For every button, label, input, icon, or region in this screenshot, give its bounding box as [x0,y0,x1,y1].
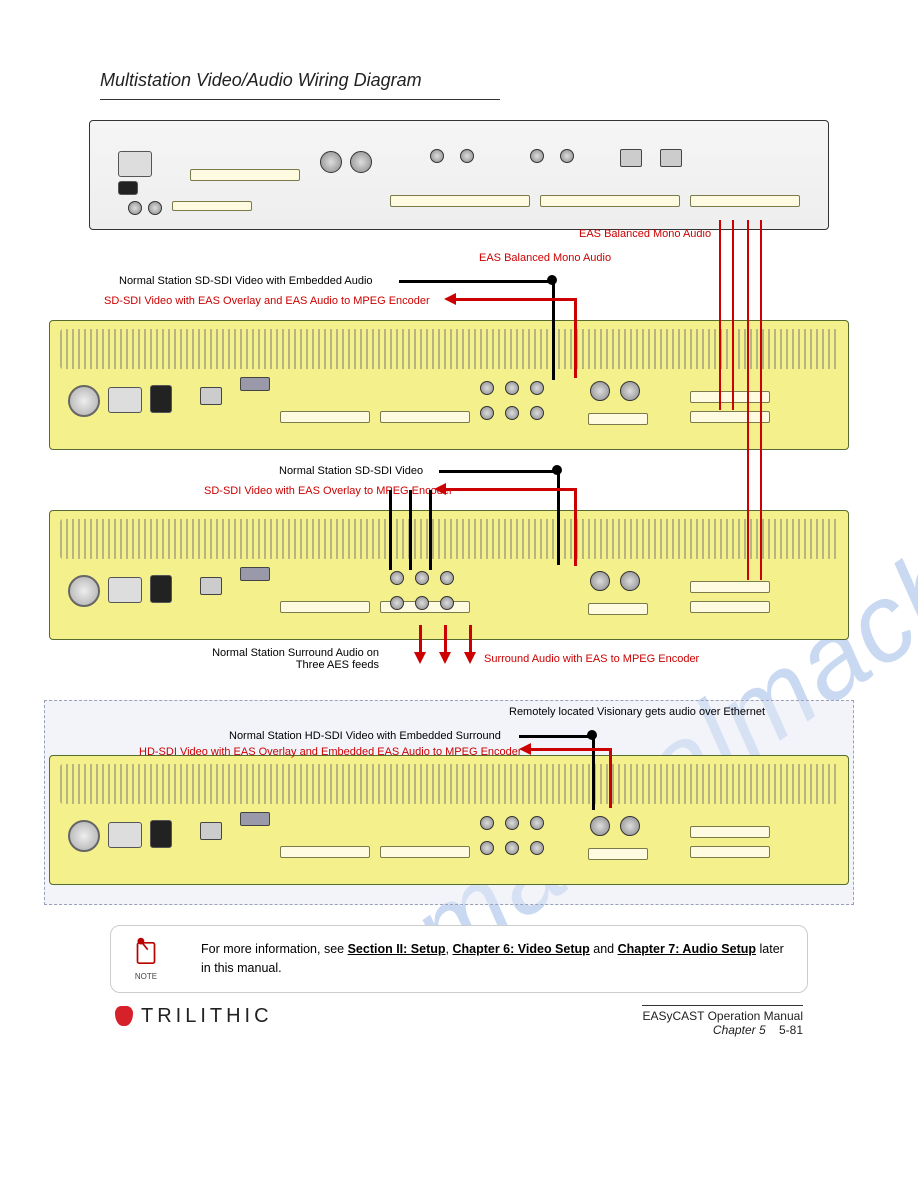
label-normal-sd: Normal Station SD-SDI Video [279,465,423,477]
note-ref-chapter6: Chapter 6: Video Setup [452,942,589,956]
label-normal-sd-embedded: Normal Station SD-SDI Video with Embedde… [119,275,373,287]
device-top-controller [89,120,829,230]
device-visionary-1 [49,320,849,450]
section-title: Multistation Video/Audio Wiring Diagram [100,70,858,91]
label-normal-hd: Normal Station HD-SDI Video with Embedde… [229,730,501,742]
device-visionary-3 [49,755,849,885]
page-number: 5-81 [779,1023,803,1037]
label-eas-mono-2: EAS Balanced Mono Audio [479,252,611,264]
label-normal-surround: Normal Station Surround Audio on Three A… [199,647,379,671]
page-footer: TRILITHIC EASyCAST Operation Manual Chap… [115,1005,803,1051]
label-hd-overlay: HD-SDI Video with EAS Overlay and Embedd… [139,746,522,758]
label-remote-title: Remotely located Visionary gets audio ov… [509,706,765,718]
note-icon: NOTE [129,936,163,981]
label-eas-mono-1: EAS Balanced Mono Audio [579,228,711,240]
chapter-label: Chapter 5 [713,1023,766,1037]
manual-title: EASyCAST Operation Manual [642,1009,803,1023]
note-callout: NOTE For more information, see Section I… [110,925,808,993]
wiring-diagram: manualmachine.com EAS Balanced Mono Audi… [79,120,839,910]
note-text: For more information, see Section II: Se… [201,940,787,978]
note-frag: For more information, see [201,942,348,956]
label-sd-overlay: SD-SDI Video with EAS Overlay to MPEG En… [204,485,453,497]
note-label: NOTE [129,972,163,981]
brand-name: TRILITHIC [141,1005,273,1028]
device-visionary-2 [49,510,849,640]
shield-icon [115,1006,133,1026]
title-underline [100,99,500,100]
label-surround-eas: Surround Audio with EAS to MPEG Encoder [484,653,699,665]
note-frag: and [590,942,618,956]
label-sd-overlay-audio: SD-SDI Video with EAS Overlay and EAS Au… [104,295,430,307]
note-ref-chapter7: Chapter 7: Audio Setup [618,942,756,956]
note-ref-section: Section II: Setup [348,942,446,956]
